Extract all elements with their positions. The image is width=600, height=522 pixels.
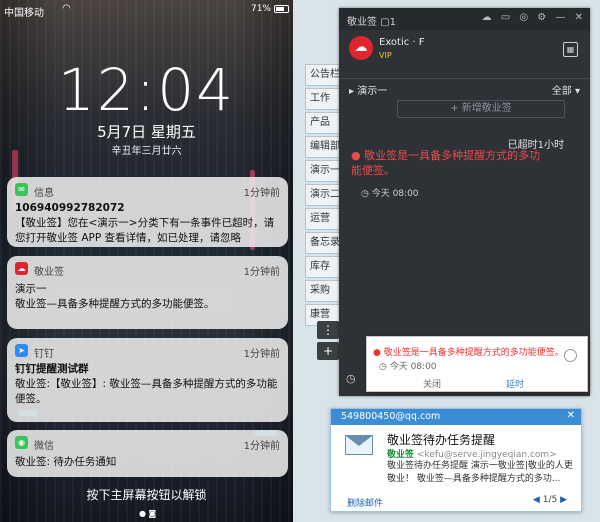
message-icon: ✉: [15, 183, 28, 196]
notification-app-name: 微信: [34, 441, 54, 452]
notification-sms[interactable]: ✉ 信息 1分钟前 106940992782072 【敬业签】您在<演示一>分类…: [7, 177, 288, 247]
notification-app-name: 钉钉: [34, 349, 54, 360]
lunar-date: 辛丑年三月廿六: [111, 146, 182, 157]
reminder-text: ● 敬业签是一具备多种提醒方式的多功能便签。: [373, 348, 564, 358]
notification-app-name: 信息: [34, 188, 54, 199]
window-titlebar: 敬业签 ▢1 ☁ ▭ ◎ ⚙ — ✕: [339, 8, 590, 30]
filter-dropdown[interactable]: 全部 ▾: [552, 82, 580, 97]
status-bar: 中国移动 ◠ 71%: [0, 0, 293, 20]
notification-title: 演示一: [15, 283, 47, 295]
jingyeqian-icon: ☁: [15, 262, 28, 275]
window-title: 敬业签 ▢1: [347, 17, 397, 28]
email-account: 549800450@qq.com: [341, 411, 441, 422]
carrier-label: 中国移动: [4, 8, 44, 19]
notification-content: 敬业签: 待办任务通知: [15, 455, 280, 470]
new-note-button[interactable]: + 新增敬业签: [397, 100, 565, 118]
lock-screen-date: 5月7日 星期五: [97, 123, 196, 141]
notification-time: 1分钟前: [243, 441, 280, 452]
add-category-icon[interactable]: +: [317, 342, 339, 360]
email-sender: 敬业签 <kefu@serve.jingyeqian.com>: [387, 450, 557, 460]
clock-icon[interactable]: ◷: [346, 372, 356, 385]
email-pager[interactable]: ◀ 1/5 ▶: [533, 495, 567, 505]
note-text[interactable]: ● 敬业签是一具备多种提醒方式的多功能便签。: [351, 148, 551, 178]
notification-body: 敬业签:【敬业签】: 敬业签—具备多种提醒方式的多功能便签。: [15, 378, 278, 405]
notification-header: ➤ 钉钉 1分钟前: [15, 344, 280, 360]
notification-app-name: 敬业签: [34, 267, 64, 278]
email-header: 549800450@qq.com ✕: [331, 409, 581, 425]
unlock-hint: 按下主屏幕按钮以解锁: [86, 488, 207, 502]
notification-jingyeqian[interactable]: ☁ 敬业签 1分钟前 演示一 敬业签—具备多种提醒方式的多功能便签。: [7, 256, 288, 329]
calendar-icon[interactable]: ▦: [563, 42, 578, 57]
notification-header: ◉ 微信 1分钟前: [15, 436, 280, 452]
notification-body: 【敬业签】您在<演示一>分类下有一条事件已超时，请您打开敬业签 APP 查看详情…: [15, 217, 275, 244]
notification-content: 钉钉提醒测试群 敬业签:【敬业签】: 敬业签—具备多种提醒方式的多功能便签。: [15, 362, 280, 407]
close-icon[interactable]: ✕: [567, 410, 575, 421]
more-icon[interactable]: ⋮: [317, 321, 339, 339]
window-controls[interactable]: ☁ ▭ ◎ ⚙ — ✕: [482, 12, 586, 23]
note-date: ◷ 今天 08:00: [361, 189, 419, 199]
notification-header: ☁ 敬业签 1分钟前: [15, 262, 280, 278]
notification-title: 106940992782072: [15, 202, 125, 214]
category-header: ▸ 演示一 全部 ▾: [339, 78, 590, 97]
prev-icon: ◀: [532, 495, 540, 505]
notification-time: 1分钟前: [243, 349, 280, 360]
notification-content: 演示一 敬业签—具备多种提醒方式的多功能便签。: [15, 282, 280, 312]
delete-email-link[interactable]: 删除邮件: [347, 496, 383, 509]
wifi-icon: ◠: [62, 3, 71, 14]
battery-percentage: 71%: [250, 4, 271, 14]
email-subject: 敬业签待办任务提醒: [387, 433, 496, 447]
envelope-icon: [345, 435, 373, 455]
reminder-time: ◷ 今天 08:00: [379, 362, 437, 372]
snooze-button[interactable]: 延时: [506, 377, 524, 390]
notification-wechat[interactable]: ◉ 微信 1分钟前 敬业签: 待办任务通知: [7, 430, 288, 477]
notification-title: 钉钉提醒测试群: [15, 363, 89, 375]
notification-body: 敬业签—具备多种提醒方式的多功能便签。: [15, 298, 215, 310]
battery-icon: [274, 5, 289, 13]
notification-content: 106940992782072 【敬业签】您在<演示一>分类下有一条事件已超时，…: [15, 201, 280, 246]
username: Exotic · F: [379, 37, 425, 48]
dingtalk-icon: ➤: [15, 344, 28, 357]
email-preview: 敬业签待办任务提醒 演示一敬业签|敬业的人更敬业！ 敬业签—具备多种提醒方式的多…: [387, 461, 573, 484]
phone-lock-screen: 中国移动 ◠ 71% 12:04 5月7日 星期五 辛丑年三月廿六 ✉ 信息 1…: [0, 0, 293, 522]
lock-screen-clock: 12:04: [57, 56, 236, 124]
close-button[interactable]: 关闭: [423, 377, 441, 390]
email-notification[interactable]: 549800450@qq.com ✕ 敬业签待办任务提醒 敬业签 <kefu@s…: [330, 408, 582, 512]
notification-time: 1分钟前: [243, 188, 280, 199]
reminder-popup: ● 敬业签是一具备多种提醒方式的多功能便签。 ◷ 今天 08:00 关闭 延时: [366, 336, 588, 392]
wechat-icon: ◉: [15, 436, 28, 449]
notification-time: 1分钟前: [243, 267, 280, 278]
category-name[interactable]: ▸ 演示一: [349, 82, 387, 97]
notification-header: ✉ 信息 1分钟前: [15, 183, 280, 199]
page-dots-camera-icon: ● ◙: [139, 509, 157, 518]
avatar[interactable]: ☁: [349, 36, 373, 60]
vip-badge: VIP: [379, 51, 392, 60]
complete-radio[interactable]: [564, 349, 577, 362]
next-icon: ▶: [560, 495, 567, 505]
notification-dingtalk[interactable]: ➤ 钉钉 1分钟前 钉钉提醒测试群 敬业签:【敬业签】: 敬业签—具备多种提醒方…: [7, 338, 288, 422]
notification-body: 敬业签: 待办任务通知: [15, 456, 117, 468]
